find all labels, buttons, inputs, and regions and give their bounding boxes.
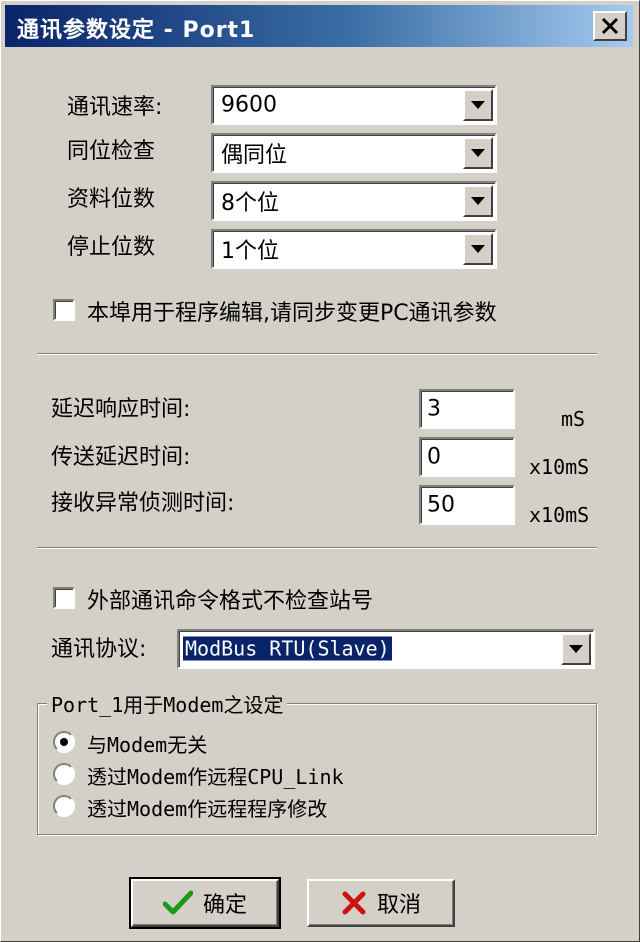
baud-rate-value: 9600	[221, 92, 277, 118]
chevron-down-icon	[569, 645, 583, 653]
protocol-dropdown-button[interactable]	[561, 633, 591, 665]
chevron-down-icon	[471, 245, 485, 253]
delay-response-input[interactable]: 3	[419, 389, 515, 429]
data-bits-dropdown-button[interactable]	[463, 185, 493, 217]
check-icon	[162, 890, 193, 915]
chevron-down-icon	[471, 101, 485, 109]
radio-selected-dot	[60, 738, 68, 746]
cancel-button[interactable]: 取消	[307, 879, 455, 927]
ok-button[interactable]: 确定	[129, 877, 281, 929]
receive-error-unit: x10mS	[529, 503, 590, 527]
protocol-value-wrap: ModBus RTU(Slave)	[183, 636, 392, 662]
modem-option-label: 透过Modem作远程CPU_Link	[87, 765, 344, 789]
data-bits-label: 资料位数	[67, 187, 156, 212]
sync-pc-params-checkbox[interactable]	[53, 299, 75, 321]
skip-station-check-checkbox[interactable]	[53, 587, 75, 609]
sync-pc-params-label: 本埠用于程序编辑,请同步变更PC通讯参数	[87, 301, 497, 326]
modem-option-radio[interactable]	[53, 731, 75, 753]
modem-option-label: 与Modem无关	[87, 733, 208, 757]
protocol-label: 通讯协议:	[51, 637, 147, 662]
close-icon	[601, 17, 619, 35]
separator	[37, 353, 597, 355]
data-bits-select[interactable]: 8个位	[211, 181, 497, 221]
parity-select[interactable]: 偶同位	[211, 133, 497, 173]
ok-button-label: 确定	[202, 893, 247, 918]
stop-bits-dropdown-button[interactable]	[463, 233, 493, 265]
window-title: 通讯参数设定 - Port1	[17, 18, 256, 43]
modem-group-title: Port_1用于Modem之设定	[47, 689, 288, 718]
baud-rate-select[interactable]: 9600	[211, 85, 497, 125]
transmit-delay-label: 传送延迟时间:	[51, 445, 191, 470]
modem-option-label: 透过Modem作远程程序修改	[87, 797, 328, 821]
baud-rate-label: 通讯速率:	[67, 95, 163, 120]
baud-rate-dropdown-button[interactable]	[463, 89, 493, 121]
receive-error-label: 接收异常侦测时间:	[51, 491, 235, 516]
cross-icon	[342, 891, 366, 915]
modem-option-radio[interactable]	[53, 763, 75, 785]
parity-value: 偶同位	[221, 143, 288, 168]
parity-dropdown-button[interactable]	[463, 137, 493, 169]
stop-bits-select[interactable]: 1个位	[211, 229, 497, 269]
transmit-delay-input[interactable]: 0	[419, 437, 515, 477]
stop-bits-label: 停止位数	[67, 235, 156, 260]
receive-error-value: 50	[427, 492, 455, 518]
protocol-value: ModBus RTU(Slave)	[183, 636, 392, 661]
skip-station-check-label: 外部通讯命令格式不检查站号	[87, 589, 374, 614]
modem-option-radio[interactable]	[53, 795, 75, 817]
data-bits-value: 8个位	[221, 191, 279, 216]
protocol-select[interactable]: ModBus RTU(Slave)	[177, 629, 595, 669]
delay-response-value: 3	[427, 396, 441, 422]
title-bar[interactable]: 通讯参数设定 - Port1	[5, 5, 633, 47]
stop-bits-value: 1个位	[221, 239, 279, 264]
receive-error-input[interactable]: 50	[419, 485, 515, 525]
separator	[37, 547, 597, 549]
transmit-delay-value: 0	[427, 444, 441, 470]
dialog-window: 通讯参数设定 - Port1 通讯速率: 9600 同位检查 偶同位 资料位数 …	[0, 0, 640, 942]
delay-response-unit: mS	[561, 407, 586, 431]
transmit-delay-unit: x10mS	[529, 455, 590, 479]
close-button[interactable]	[593, 11, 627, 41]
delay-response-label: 延迟响应时间:	[51, 397, 191, 422]
cancel-button-label: 取消	[376, 893, 421, 918]
chevron-down-icon	[471, 197, 485, 205]
parity-label: 同位检查	[67, 139, 156, 164]
chevron-down-icon	[471, 149, 485, 157]
